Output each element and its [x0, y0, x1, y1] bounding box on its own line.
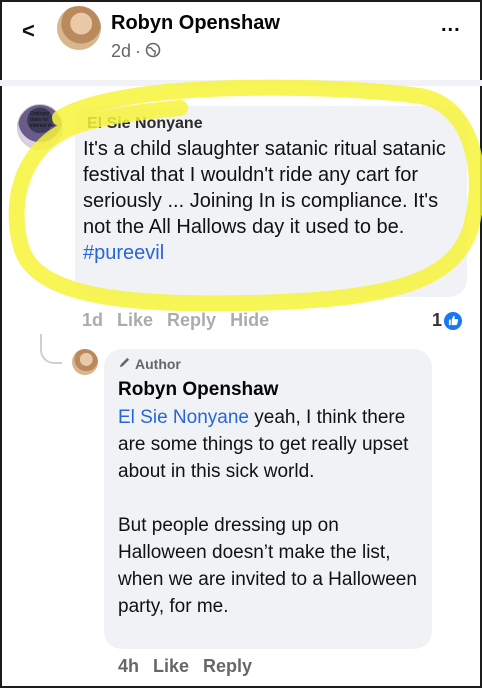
reply-author-avatar[interactable]	[72, 349, 98, 375]
hashtag-link[interactable]: #pureevil	[83, 240, 455, 266]
meta-separator: ·	[135, 41, 142, 61]
post-author-name[interactable]: Robyn Openshaw	[111, 12, 280, 35]
post-time[interactable]: 2d	[111, 41, 131, 62]
author-badge-label: Author	[135, 356, 181, 372]
back-arrow-icon[interactable]: <	[22, 18, 35, 44]
comment-body: It's a child slaughter satanic ritual sa…	[83, 138, 446, 238]
comment-actions: 1d Like Reply Hide	[82, 310, 269, 331]
header-divider	[0, 80, 482, 86]
thumbs-up-icon	[444, 311, 463, 330]
comment-text: It's a child slaughter satanic ritual sa…	[83, 136, 455, 266]
more-options-icon[interactable]: ...	[441, 14, 461, 37]
reply-thread-line	[40, 334, 62, 364]
hide-button[interactable]: Hide	[230, 310, 269, 331]
avatar-caption: Ordinary does no interest me	[30, 111, 55, 129]
like-count: 1	[432, 310, 443, 330]
comment-time[interactable]: 1d	[82, 310, 103, 331]
comment-author[interactable]: El Sie Nonyane	[87, 115, 203, 133]
reply-actions: 4h Like Reply	[118, 656, 252, 677]
post-header: < Robyn Openshaw 2d · ...	[0, 0, 482, 80]
mention-link[interactable]: El Sie Nonyane	[118, 407, 249, 428]
reply-like-button[interactable]: Like	[153, 656, 189, 677]
like-button[interactable]: Like	[117, 310, 153, 331]
reply-button[interactable]: Reply	[167, 310, 216, 331]
reply-author[interactable]: Robyn Openshaw	[118, 379, 278, 401]
commenter-avatar[interactable]: Ordinary does no interest me	[17, 104, 63, 150]
reply-time[interactable]: 4h	[118, 656, 139, 677]
reply-bubble: Author Robyn Openshaw El Sie Nonyane yea…	[104, 349, 432, 649]
author-avatar[interactable]	[57, 6, 101, 50]
reply-body-2: But people dressing up on Halloween does…	[118, 515, 417, 617]
reply-text: El Sie Nonyane yeah, I think there are s…	[118, 404, 424, 620]
author-badge: Author	[118, 356, 181, 372]
reaction-count[interactable]: 1	[432, 310, 463, 331]
reply-reply-button[interactable]: Reply	[203, 656, 252, 677]
globe-icon	[145, 42, 161, 62]
comment-bubble: El Sie Nonyane It's a child slaughter sa…	[75, 106, 467, 297]
pencil-icon	[118, 356, 131, 372]
post-meta: 2d ·	[111, 41, 161, 62]
